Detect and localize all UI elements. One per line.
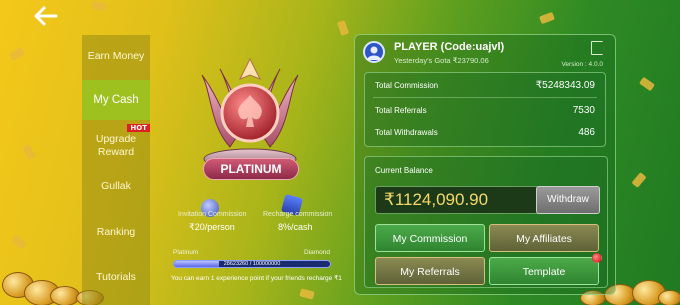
sidebar-item-upgrade-reward[interactable]: Upgrade Reward (82, 133, 150, 161)
logout-icon[interactable] (591, 41, 603, 55)
recharge-commission-label: Recharge commission (263, 211, 333, 218)
sidebar-item-ranking[interactable]: Ranking (82, 226, 150, 242)
current-balance-label: Current Balance (375, 166, 433, 175)
sidebar-item-gullak[interactable]: Gullak (82, 180, 150, 196)
my-affiliates-button[interactable]: My Affiliates (489, 224, 599, 252)
sidebar-item-label: Earn Money (87, 50, 145, 62)
invitation-commission-value: ₹20/person (189, 222, 235, 232)
progress-note: You can earn 1 experience point if your … (171, 275, 342, 282)
invitation-commission-label: Invitation Commission (178, 211, 247, 218)
recharge-commission-value: 8%/cash (278, 222, 313, 232)
stat-label-total-commission: Total Commission (375, 81, 439, 90)
level-progress-text: 28623260 / 100000000 (223, 261, 281, 267)
yesterday-gota: Yesterday's Gota ₹23790.06 (394, 56, 489, 65)
sidebar-item-label: Upgrade Reward (95, 133, 137, 158)
avatar (363, 41, 385, 63)
confetti-decoration (8, 47, 26, 61)
sidebar-item-label: Ranking (96, 226, 136, 238)
withdraw-button[interactable]: Withdraw (536, 186, 600, 214)
sidebar-item-label: My Cash (93, 94, 139, 106)
my-commission-button[interactable]: My Commission (375, 224, 485, 252)
confetti-decoration (91, 0, 107, 12)
level-name-label: PLATINUM (203, 158, 299, 180)
stat-value-total-commission: ₹5248343.09 (535, 80, 595, 91)
stats-box: Total Commission ₹5248343.09 Total Refer… (364, 72, 606, 147)
notification-dot-icon (592, 253, 602, 263)
confetti-decoration (11, 234, 27, 250)
balance-value: ₹1124,090.90 (384, 190, 489, 209)
player-name: PLAYER (Code:uajvl) (394, 41, 505, 53)
hot-badge: HOT (127, 124, 150, 132)
confetti-decoration (299, 288, 315, 300)
template-button-label: Template (522, 266, 566, 278)
coin-decoration (658, 290, 680, 305)
sidebar-item-earn-money[interactable]: Earn Money (82, 45, 150, 67)
balance-box: Current Balance ₹1124,090.90 Withdraw My… (364, 156, 608, 288)
cash-panel: PLAYER (Code:uajvl) Yesterday's Gota ₹23… (354, 34, 616, 295)
stat-value-total-withdrawals: 486 (578, 127, 595, 138)
my-referrals-button[interactable]: My Referrals (375, 257, 485, 285)
sidebar-item-label: Gullak (101, 180, 131, 192)
version-label: Version : 4.0.0 (561, 61, 603, 68)
confetti-decoration (336, 20, 350, 36)
sidebar-item-my-cash[interactable]: My Cash (82, 80, 150, 120)
progress-from-label: Platinum (173, 249, 199, 256)
divider (373, 97, 597, 98)
sidebar-nav: Earn Money My Cash HOT Upgrade Reward Gu… (82, 35, 150, 305)
balance-field: ₹1124,090.90 Withdraw (375, 186, 600, 214)
stat-label-total-withdrawals: Total Withdrawals (375, 128, 438, 137)
stat-value-total-referrals: 7530 (572, 105, 595, 116)
back-arrow-icon[interactable] (34, 6, 58, 26)
confetti-decoration (638, 76, 656, 92)
confetti-decoration (631, 172, 647, 188)
template-button[interactable]: Template (489, 253, 602, 285)
platinum-badge-emblem (190, 55, 310, 175)
stat-label-total-referrals: Total Referrals (375, 106, 427, 115)
confetti-decoration (22, 143, 36, 161)
sidebar-item-tutorials[interactable]: Tutorials (82, 271, 150, 287)
progress-to-label: Diamond (304, 249, 331, 256)
sidebar-item-label: Tutorials (96, 271, 136, 283)
confetti-decoration (539, 11, 555, 25)
